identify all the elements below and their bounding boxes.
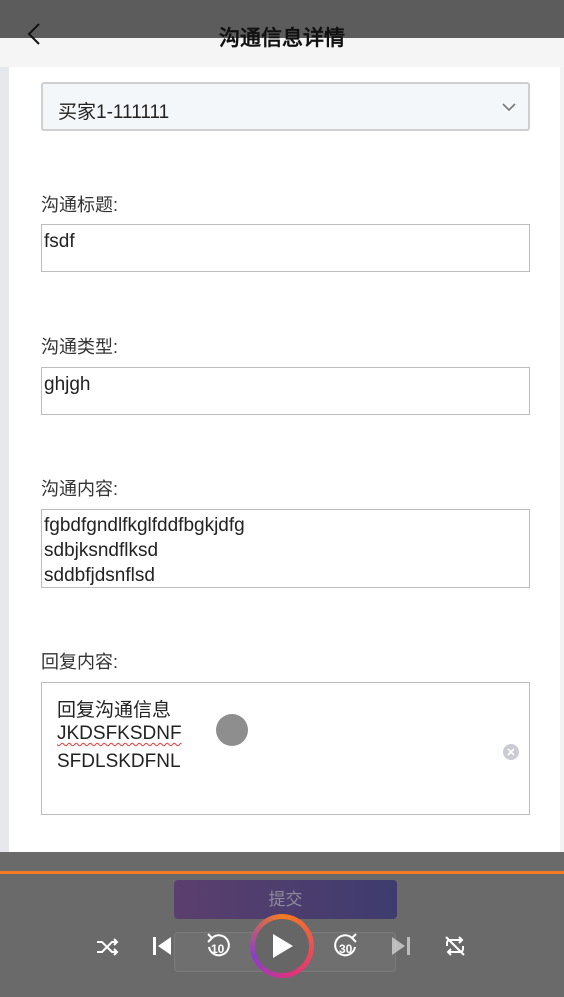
title-input[interactable]: fsdf [41, 224, 530, 272]
reply-textarea[interactable]: 回复沟通信息 JKDSFKSDNF SFDLSKDFNL [41, 682, 530, 815]
rewind-button[interactable]: 10 [202, 930, 234, 962]
play-button-face [255, 919, 309, 973]
content-line-2: sdbjksndflksd [44, 540, 159, 561]
type-input-value: ghjgh [44, 374, 91, 395]
buyer-select[interactable]: 买家1-111111 [41, 82, 530, 131]
touch-indicator [216, 714, 248, 746]
shuffle-icon [97, 938, 119, 956]
previous-icon [153, 937, 171, 955]
content-line-3: sddbfjdsnflsd [44, 565, 155, 586]
previous-button[interactable] [150, 934, 174, 958]
repeat-off-icon [445, 936, 465, 956]
repeat-button[interactable] [442, 933, 468, 959]
title-label: 沟通标题: [41, 195, 119, 215]
reply-line-1: 回复沟通信息 [57, 700, 172, 721]
content-textarea[interactable]: fgbdfgndlfkglfddfbgkjdfg sdbjksndflksd s… [41, 509, 530, 588]
reply-label: 回复内容: [41, 652, 119, 672]
chevron-down-icon [502, 103, 516, 112]
play-icon [273, 934, 293, 958]
reply-line-3: SFDLSKDFNL [57, 751, 181, 772]
close-icon [507, 748, 515, 756]
forward-button[interactable]: 30 [330, 930, 362, 962]
content-label: 沟通内容: [41, 479, 119, 499]
type-label: 沟通类型: [41, 337, 119, 357]
next-icon [392, 937, 410, 955]
shuffle-button[interactable] [94, 934, 120, 960]
app-screen: 沟通信息详情 买家1-111111 沟通标题: fsdf 沟通类型: ghjgh… [0, 0, 564, 997]
submit-button[interactable]: 提交 [174, 880, 397, 919]
rewind-seconds: 10 [211, 942, 225, 956]
title-input-value: fsdf [44, 231, 75, 252]
buyer-select-value: 买家1-111111 [58, 102, 170, 123]
reply-line-2: JKDSFKSDNF [57, 723, 182, 744]
clear-button[interactable] [503, 744, 519, 760]
left-edge-strip [0, 0, 9, 997]
content-line-1: fgbdfgndlfkglfddfbgkjdfg [44, 515, 245, 536]
forward-seconds: 30 [339, 942, 353, 956]
type-input[interactable]: ghjgh [41, 367, 530, 415]
progress-line[interactable] [0, 871, 564, 874]
next-button[interactable] [389, 934, 413, 958]
top-header: 沟通信息详情 [0, 0, 564, 67]
play-button[interactable] [250, 914, 314, 978]
page-title: 沟通信息详情 [219, 27, 345, 50]
